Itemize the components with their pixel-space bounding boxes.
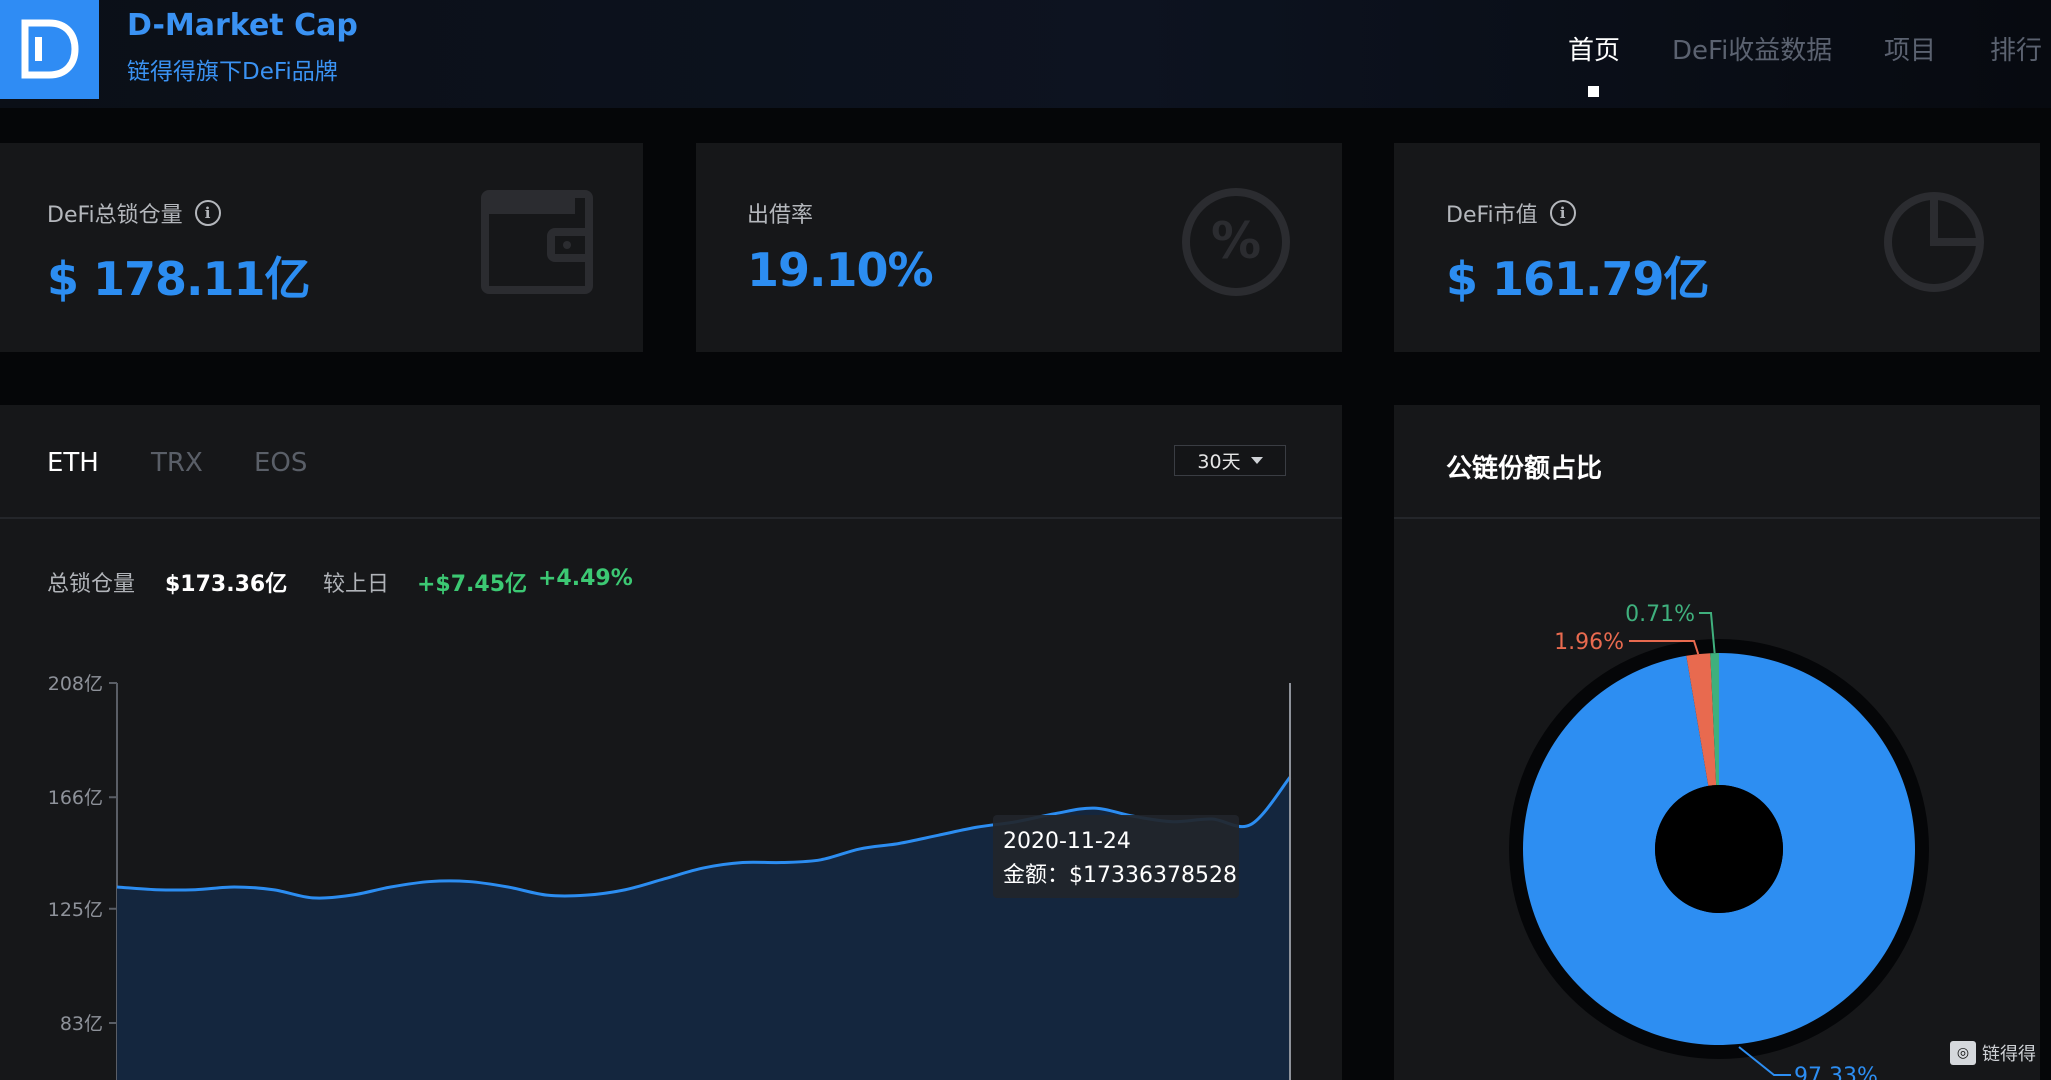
tab-trx[interactable]: TRX (151, 448, 203, 478)
tooltip-amount: 金额：$17336378528 (1003, 863, 1237, 888)
watermark-text: 链得得 (1982, 1044, 2036, 1065)
chain-share-donut[interactable]: 97.33% 1.96%0.71% (1394, 560, 2040, 1080)
info-icon[interactable]: i (194, 200, 221, 226)
mcap-value: $ 161.79亿 (1446, 252, 1710, 306)
donut-hole (1655, 785, 1783, 913)
info-icon[interactable]: i (1549, 200, 1576, 226)
slice-label: 1.96% (1554, 630, 1624, 655)
lending-value: 19.10% (747, 243, 934, 297)
chaindd-logo-icon: ◎ (1950, 1041, 1976, 1065)
tooltip-date: 2020-11-24 (1003, 829, 1131, 854)
mcap-label-row: DeFi市值 i (1446, 197, 1576, 229)
chevron-down-icon (1250, 457, 1263, 464)
svg-text:%: % (1211, 212, 1261, 270)
mcap-label: DeFi市值 (1446, 203, 1538, 228)
percent-icon: % (1182, 188, 1290, 296)
nav-active-indicator (1588, 86, 1599, 97)
lending-label: 出借率 (747, 203, 814, 228)
nav-ranking[interactable]: 排行 (1990, 30, 2042, 67)
change-absolute: +$7.45亿 (417, 572, 528, 597)
pie-title: 公链份额占比 (1446, 454, 1603, 484)
y-tick-label: 83亿 (60, 1013, 103, 1035)
tvl-label: DeFi总锁仓量 (47, 203, 183, 228)
period-value: 30天 (1197, 451, 1241, 473)
y-tick-label: 125亿 (48, 899, 103, 921)
tab-eos[interactable]: EOS (254, 448, 307, 478)
chart-panel-divider (0, 517, 1342, 519)
nav-projects[interactable]: 项目 (1884, 30, 1936, 67)
change-label: 较上日 (323, 572, 390, 597)
app-title[interactable]: D-Market Cap (127, 8, 358, 43)
tvl-label-row: DeFi总锁仓量 i (47, 197, 221, 229)
brand-logo[interactable] (0, 0, 99, 99)
slice-label: 97.33% (1794, 1064, 1878, 1080)
y-tick-label: 166亿 (48, 787, 103, 809)
nav-defi-yield[interactable]: DeFi收益数据 (1672, 30, 1832, 67)
change-percent: +4.49% (538, 566, 633, 591)
nav-home[interactable]: 首页 (1568, 30, 1620, 67)
total-locked-label: 总锁仓量 (47, 572, 136, 597)
app-subtitle: 链得得旗下DeFi品牌 (127, 59, 338, 85)
pie-chart-icon (1884, 192, 1984, 292)
period-dropdown[interactable]: 30天 (1174, 445, 1286, 476)
wallet-icon (481, 190, 593, 294)
total-locked-value: $173.36亿 (165, 572, 288, 597)
watermark: ◎ 链得得 (1950, 1040, 2036, 1066)
pie-panel-divider (1394, 517, 2040, 519)
slice-label: 0.71% (1625, 602, 1695, 627)
logo-d-icon (21, 19, 79, 79)
y-tick-label: 208亿 (48, 673, 103, 695)
tab-eth[interactable]: ETH (47, 448, 99, 478)
tvl-value: $ 178.11亿 (47, 252, 311, 306)
chart-tooltip: 2020-11-24 金额：$17336378528 (993, 815, 1239, 898)
